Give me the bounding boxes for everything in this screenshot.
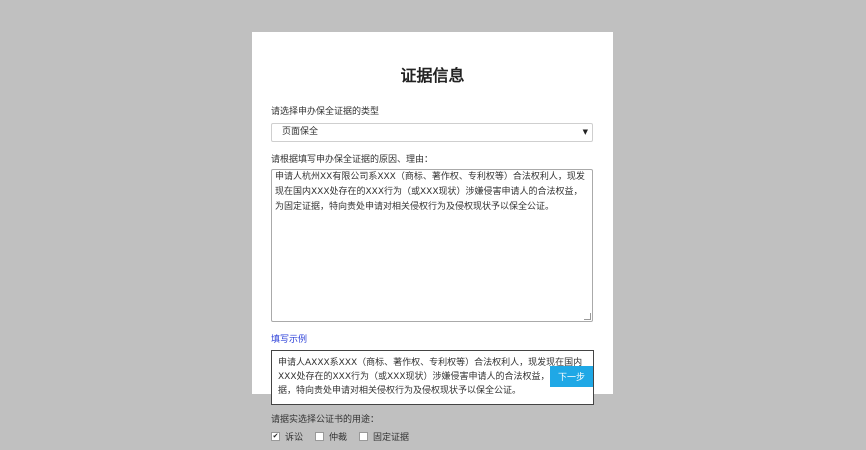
dropdown-arrow-icon: ▼ (582, 128, 588, 136)
next-step-button[interactable]: 下一步 (550, 366, 593, 387)
checkbox-icon[interactable] (359, 432, 369, 441)
evidence-type-label: 请选择申办保全证据的类型 (271, 107, 380, 117)
usage-option-label: 固定证据 (373, 433, 410, 443)
fill-example-link[interactable]: 填写示例 (271, 332, 307, 345)
resize-grip-icon[interactable] (584, 313, 591, 320)
reason-label: 请根据填写申办保全证据的原因、理由： (271, 155, 434, 165)
usage-option-label: 仲裁 (329, 433, 348, 443)
usage-option-fix-evidence[interactable]: 固定证据 (359, 430, 409, 443)
reason-textarea[interactable]: 申请人杭州XX有限公司系XXX（商标、著作权、专利权等）合法权利人，现发现在国内… (271, 169, 593, 322)
evidence-form-panel: 证据信息 请选择申办保全证据的类型 页面保全 ▼ 请根据填写申办保全证据的原因、… (252, 32, 613, 394)
reason-text: 申请人杭州XX有限公司系XXX（商标、著作权、专利权等）合法权利人，现发现在国内… (275, 172, 585, 212)
usage-option-label: 诉讼 (285, 433, 304, 443)
usage-option-litigation[interactable]: ✔ 诉讼 (271, 430, 303, 443)
page-title: 证据信息 (400, 66, 465, 85)
usage-label: 请据实选择公证书的用途： (271, 415, 380, 425)
checkbox-checked-icon[interactable]: ✔ (271, 432, 280, 441)
example-text: 申请人AXXX系XXX（商标、著作权、专利权等）合法权利人，现发现在国内XXX处… (278, 358, 586, 396)
example-text-box: 申请人AXXX系XXX（商标、著作权、专利权等）合法权利人，现发现在国内XXX处… (271, 350, 594, 405)
usage-options: ✔ 诉讼 仲裁 固定证据 (271, 430, 421, 443)
checkbox-icon[interactable] (315, 432, 325, 441)
usage-option-arbitration[interactable]: 仲裁 (315, 430, 347, 443)
evidence-type-select[interactable]: 页面保全 ▼ (271, 123, 593, 142)
evidence-type-selected-value: 页面保全 (282, 127, 319, 137)
